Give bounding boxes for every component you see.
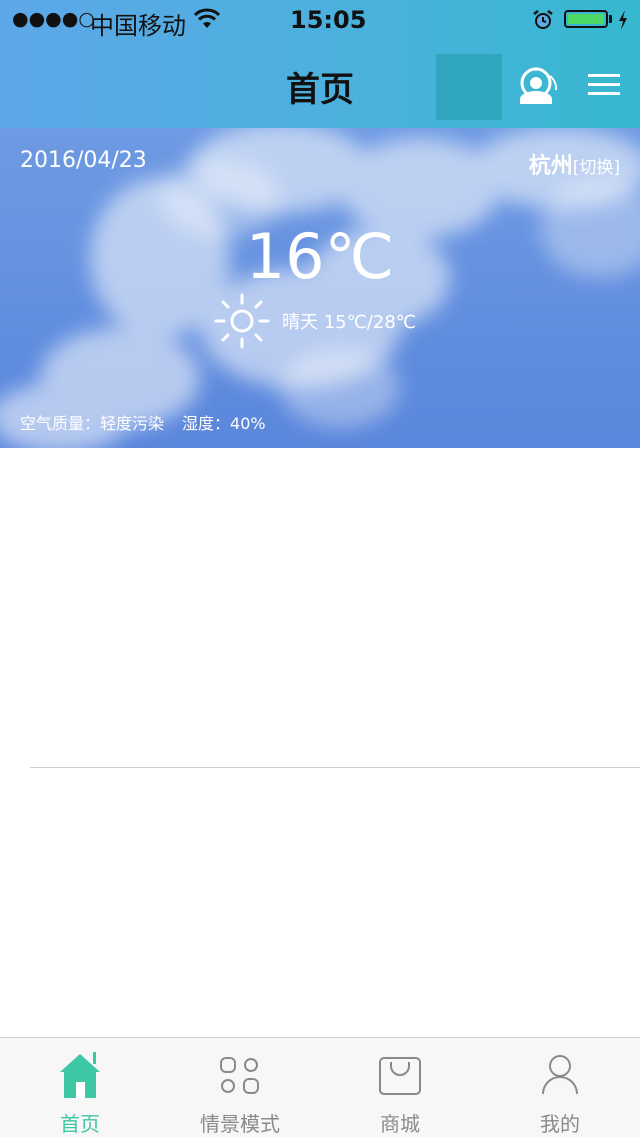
status-bar: ●●●●○ 中国移动 15:05 <box>0 0 640 40</box>
tab-profile-label: 我的 <box>540 1112 580 1136</box>
alarm-icon <box>533 10 553 29</box>
tab-scenes[interactable]: 情景模式 <box>160 1038 320 1137</box>
weather-condition: 晴天 15℃/28℃ <box>282 312 417 333</box>
humidity: 湿度：40% <box>182 414 266 433</box>
nav-placeholder-block <box>436 54 502 120</box>
sunny-icon <box>214 293 270 349</box>
air-quality: 空气质量：轻度污染 <box>20 414 165 433</box>
status-time: 15:05 <box>290 6 367 34</box>
weather-date: 2016/04/23 <box>20 148 147 173</box>
wifi-icon <box>194 8 220 28</box>
tab-home-label: 首页 <box>60 1112 100 1136</box>
content-divider <box>30 767 640 768</box>
tab-scenes-label: 情景模式 <box>200 1112 280 1136</box>
menu-icon[interactable] <box>588 72 620 98</box>
weather-card: 2016/04/23 杭州[切换] 16℃ 晴天 15℃/28℃ 空气质量：轻度… <box>0 128 640 448</box>
shop-icon <box>379 1057 421 1095</box>
current-temperature: 16℃ <box>245 220 395 293</box>
city-selector[interactable]: 杭州[切换] <box>529 148 620 180</box>
carrier-name: 中国移动 <box>90 12 186 40</box>
signal-strength: ●●●●○ <box>12 8 95 30</box>
tab-bar: 首页 情景模式 商城 我的 <box>0 1037 640 1137</box>
tab-shop-label: 商城 <box>380 1112 420 1136</box>
top-bar: ●●●●○ 中国移动 15:05 首页 <box>0 0 640 128</box>
tab-profile[interactable]: 我的 <box>480 1038 640 1137</box>
switch-city-link[interactable]: [切换] <box>573 158 620 178</box>
city-name: 杭州 <box>528 154 573 179</box>
battery-icon <box>564 10 608 28</box>
tab-shop[interactable]: 商城 <box>320 1038 480 1137</box>
tab-home[interactable]: 首页 <box>0 1038 160 1137</box>
home-icon <box>60 1052 100 1098</box>
camera-icon[interactable] <box>516 66 560 106</box>
air-info: 空气质量：轻度污染 湿度：40% <box>20 410 284 434</box>
charging-icon <box>619 10 627 30</box>
battery-tip <box>609 15 612 23</box>
battery-level <box>568 14 604 24</box>
scenes-icon <box>220 1057 259 1094</box>
profile-icon <box>542 1055 578 1095</box>
